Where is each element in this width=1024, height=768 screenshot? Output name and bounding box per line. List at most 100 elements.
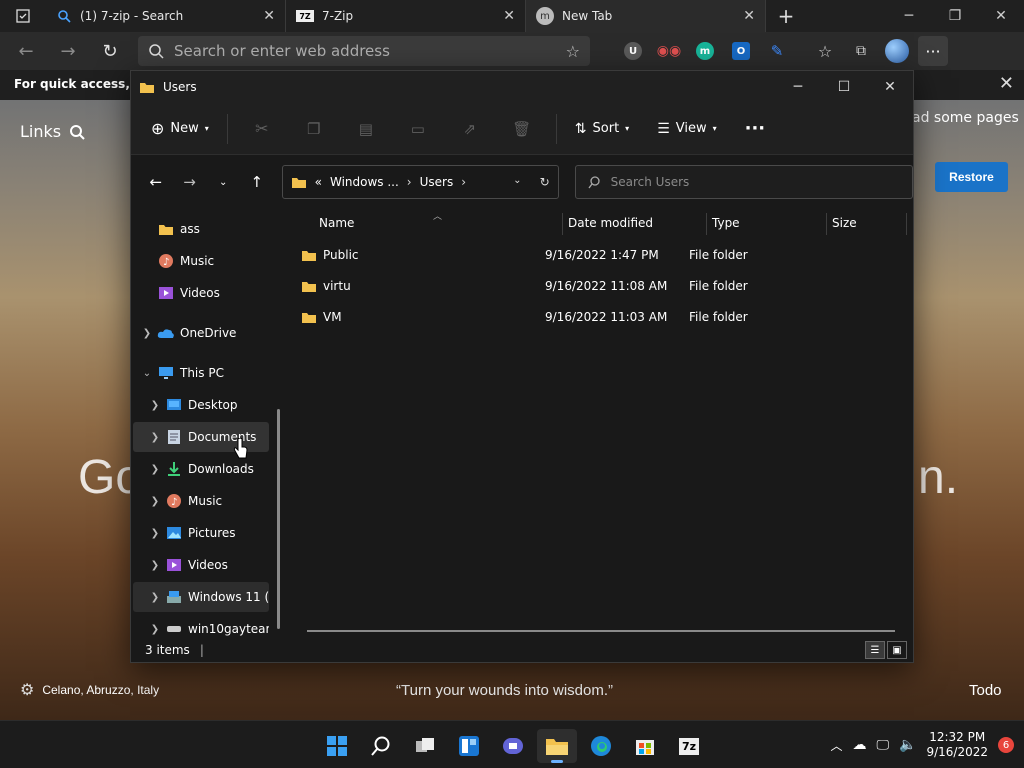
chevron-right-icon[interactable]: ❯ — [145, 400, 165, 411]
chevron-right-icon[interactable]: ❯ — [145, 432, 165, 443]
location-info[interactable]: ⚙ Celano, Abruzzo, Italy — [20, 680, 159, 700]
navigation-scrollbar[interactable] — [277, 409, 280, 629]
chevron-right-icon[interactable]: ❯ — [145, 592, 165, 603]
nav-item-music[interactable]: ♪ Music — [133, 246, 269, 276]
breadcrumb-item-users[interactable]: Users — [420, 175, 454, 189]
widgets-button[interactable] — [449, 729, 489, 763]
clock[interactable]: 12:32 PM 9/16/2022 — [926, 730, 988, 760]
search-icon[interactable] — [69, 124, 85, 140]
extension-glasses-button[interactable]: ◉◉ — [654, 36, 684, 66]
column-header-name[interactable]: Name — [313, 209, 563, 237]
nav-item-windows-drive[interactable]: ❯ Windows 11 (C — [133, 582, 269, 612]
browser-tab-newtab[interactable]: m New Tab ✕ — [526, 0, 766, 32]
extension-m-button[interactable]: m — [690, 36, 720, 66]
profile-button[interactable] — [882, 36, 912, 66]
close-icon[interactable]: ✕ — [999, 73, 1014, 94]
nav-item-pictures[interactable]: ❯ Pictures — [133, 518, 269, 548]
large-icons-view-icon[interactable]: ▣ — [887, 641, 907, 659]
browser-tab-search[interactable]: (1) 7-zip - Search ✕ — [46, 0, 286, 32]
breadcrumb-item-windows[interactable]: Windows ... — [330, 175, 399, 189]
forward-button[interactable]: → — [50, 36, 86, 66]
nav-item-onedrive[interactable]: ❯ OneDrive — [133, 318, 269, 348]
restore-window-icon[interactable]: ❐ — [932, 0, 978, 32]
7zip-taskbar-button[interactable]: 7z — [669, 729, 709, 763]
chevron-right-icon[interactable]: ❯ — [145, 464, 165, 475]
chevron-right-icon[interactable]: ❯ — [145, 624, 165, 635]
explorer-search-box[interactable] — [574, 165, 913, 199]
nav-item-ass[interactable]: ass — [133, 214, 269, 244]
back-button[interactable]: ← — [8, 36, 44, 66]
chevron-right-icon[interactable]: ❯ — [145, 560, 165, 571]
restore-button[interactable]: Restore — [935, 162, 1008, 192]
outlook-button[interactable]: O — [726, 36, 756, 66]
chevron-right-icon[interactable]: ❯ — [137, 328, 157, 339]
cloud-icon[interactable]: ☁ — [852, 737, 866, 753]
chevron-right-icon[interactable]: ❯ — [145, 496, 165, 507]
minimize-icon[interactable]: ─ — [775, 71, 821, 103]
up-button[interactable]: ↑ — [242, 167, 272, 197]
refresh-icon[interactable]: ↻ — [540, 175, 550, 189]
chevron-right-icon[interactable]: ❯ — [145, 528, 165, 539]
notification-badge[interactable]: 6 — [998, 737, 1014, 753]
close-window-icon[interactable]: ✕ — [867, 71, 913, 103]
explorer-address-bar[interactable]: « Windows ... › Users › ⌄ ↻ — [281, 165, 559, 199]
delete-button[interactable]: 🗑 — [498, 111, 546, 147]
file-explorer-taskbar-button[interactable] — [537, 729, 577, 763]
extension-pen-button[interactable]: ✎ — [762, 36, 792, 66]
forward-button[interactable]: → — [175, 167, 205, 197]
extension-u-button[interactable]: U — [618, 36, 648, 66]
nav-item-this-pc[interactable]: ⌄ This PC — [133, 358, 269, 388]
view-button[interactable]: ☰ View ▾ — [649, 111, 724, 147]
table-row[interactable]: VM 9/16/2022 11:03 AM File folder — [301, 302, 901, 332]
share-button[interactable]: ⇗ — [446, 111, 494, 147]
sort-button[interactable]: ⇅ Sort ▾ — [567, 111, 637, 147]
breadcrumb-overflow[interactable]: « — [315, 175, 322, 189]
column-header-type[interactable]: Type — [706, 209, 826, 237]
collections-button[interactable]: ⧉ — [846, 36, 876, 66]
address-input[interactable] — [174, 42, 556, 60]
table-row[interactable]: virtu 9/16/2022 11:08 AM File folder — [301, 271, 901, 301]
copy-button[interactable]: ❐ — [290, 111, 338, 147]
todo-button[interactable]: Todo — [969, 682, 1002, 699]
chevron-down-icon[interactable]: ⌄ — [513, 175, 521, 189]
new-button[interactable]: ⊕ New ▾ — [143, 111, 217, 147]
task-view-button[interactable] — [405, 729, 445, 763]
gear-icon[interactable]: ⚙ — [20, 680, 34, 700]
close-window-icon[interactable]: ✕ — [978, 0, 1024, 32]
close-icon[interactable]: ✕ — [263, 8, 275, 24]
column-header-date-modified[interactable]: Date modified — [562, 209, 706, 237]
search-button[interactable] — [361, 729, 401, 763]
nav-item-network-drive[interactable]: ❯ win10gayteam — [133, 614, 269, 636]
back-button[interactable]: ← — [141, 167, 171, 197]
paste-button[interactable]: ▤ — [342, 111, 390, 147]
address-bar[interactable]: ☆ — [138, 36, 590, 66]
tab-actions-button[interactable] — [0, 0, 46, 32]
nav-item-music[interactable]: ❯ ♪ Music — [133, 486, 269, 516]
store-button[interactable] — [625, 729, 665, 763]
edge-browser-button[interactable] — [581, 729, 621, 763]
rename-button[interactable]: ▭ — [394, 111, 442, 147]
teams-chat-button[interactable] — [493, 729, 533, 763]
chevron-right-icon[interactable]: › — [407, 175, 412, 189]
chevron-down-icon[interactable]: ⌄ — [137, 368, 157, 379]
close-icon[interactable]: ✕ — [743, 8, 755, 24]
nav-item-videos[interactable]: ❯ Videos — [133, 550, 269, 580]
column-divider[interactable] — [906, 213, 907, 235]
column-header-size[interactable]: Size — [826, 209, 906, 237]
start-button[interactable] — [317, 729, 357, 763]
refresh-button[interactable]: ↻ — [92, 36, 128, 66]
recent-locations-button[interactable]: ⌄ — [208, 167, 238, 197]
search-input[interactable] — [610, 175, 900, 189]
add-favorite-icon[interactable]: ☆ — [566, 42, 580, 61]
minimize-icon[interactable]: ─ — [886, 0, 932, 32]
browser-tab-7zip[interactable]: 7Z 7-Zip ✕ — [286, 0, 526, 32]
chevron-right-icon[interactable]: › — [461, 175, 466, 189]
settings-more-button[interactable]: ··· — [918, 36, 948, 66]
volume-icon[interactable]: 🔈 — [899, 737, 916, 753]
nav-item-desktop[interactable]: ❯ Desktop — [133, 390, 269, 420]
network-icon[interactable]: 🖵 — [876, 738, 889, 753]
chevron-up-icon[interactable]: ︿ — [830, 737, 842, 754]
see-more-button[interactable]: ··· — [737, 111, 774, 147]
maximize-icon[interactable]: ☐ — [821, 71, 867, 103]
explorer-title-bar[interactable]: Users ─ ☐ ✕ — [131, 71, 913, 103]
